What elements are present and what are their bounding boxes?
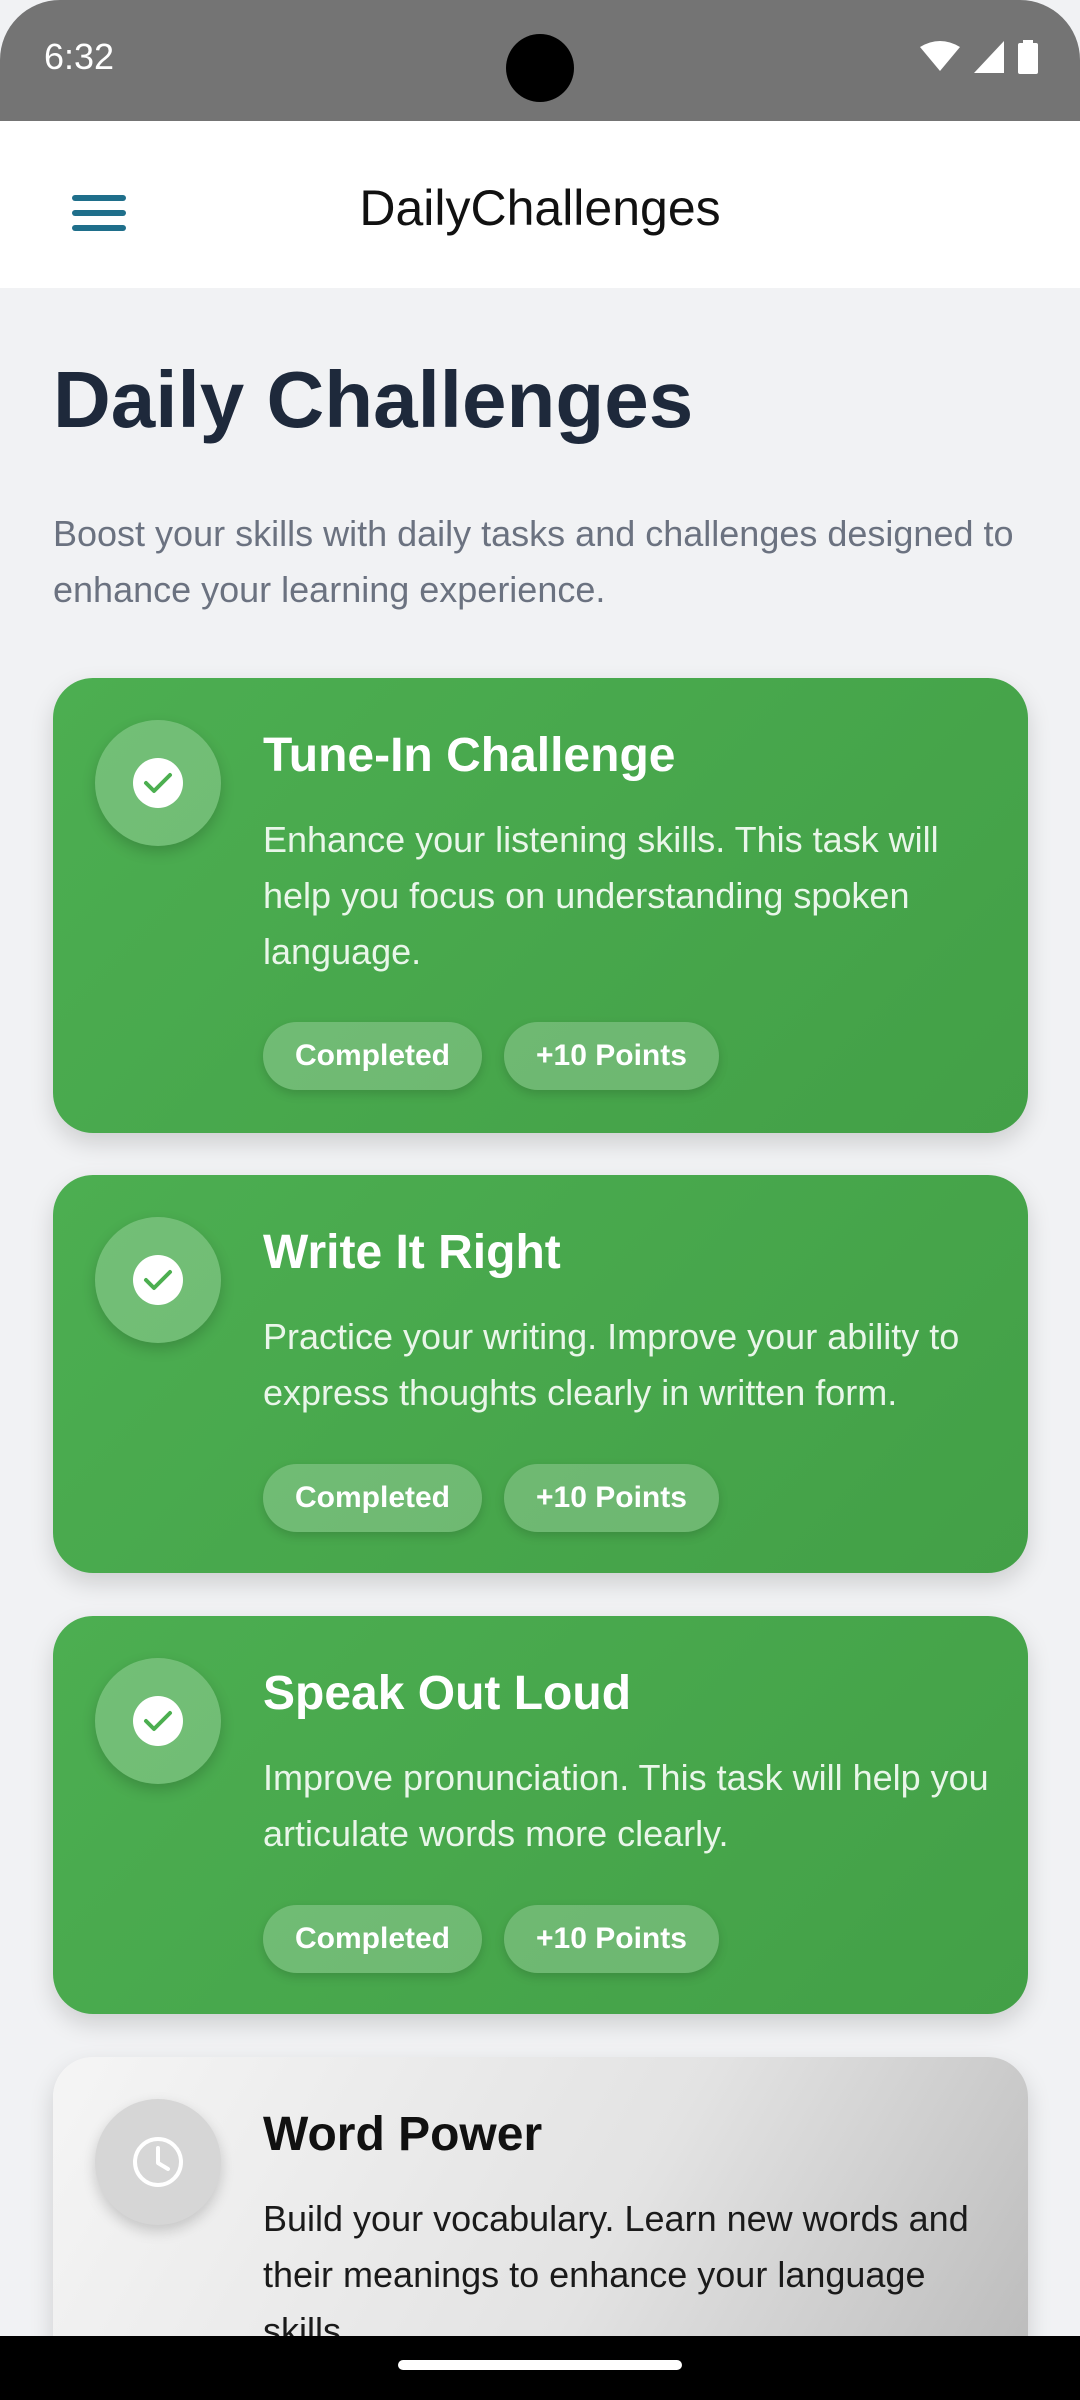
home-gesture-handle[interactable] (398, 2360, 682, 2370)
status-bar: 6:32 (0, 0, 1080, 121)
points-badge: +10 Points (504, 1464, 719, 1532)
challenge-description: Improve pronunciation. This task will he… (263, 1757, 989, 1854)
signal-icon (974, 41, 1004, 73)
challenge-title: Tune-In Challenge (263, 729, 676, 782)
challenge-card[interactable]: Speak Out Loud Improve pronunciation. Th… (53, 1616, 1028, 2014)
challenge-card[interactable]: Tune-In Challenge Enhance your listening… (53, 678, 1028, 1133)
badge-row: Completed +10 Points (263, 1905, 719, 1973)
status-badge: Completed (263, 1905, 483, 1973)
page-description: Boost your skills with daily tasks and c… (53, 513, 1014, 610)
clock-icon (133, 2137, 183, 2187)
status-icon-circle (95, 1217, 221, 1343)
status-icon-circle (95, 720, 221, 846)
challenge-card[interactable]: Write It Right Practice your writing. Im… (53, 1175, 1028, 1573)
badge-row: Completed +10 Points (263, 1022, 719, 1090)
status-icons (920, 40, 1038, 74)
points-badge: +10 Points (504, 1905, 719, 1973)
challenge-title: Write It Right (263, 1226, 561, 1279)
challenge-title: Speak Out Loud (263, 1667, 632, 1720)
status-icon-circle (95, 1658, 221, 1784)
challenge-description: Practice your writing. Improve your abil… (263, 1316, 960, 1413)
challenge-title: Word Power (263, 2108, 543, 2161)
points-badge: +10 Points (504, 1022, 719, 1090)
challenge-description: Build your vocabulary. Learn new words a… (263, 2198, 969, 2351)
wifi-icon (920, 41, 960, 71)
screen: 6:32 DailyChallenges Daily Challenges Bo… (0, 0, 1080, 2400)
app-title: DailyChallenges (359, 180, 721, 236)
check-icon (133, 758, 183, 808)
app-bar: DailyChallenges (0, 121, 1080, 288)
status-badge: Completed (263, 1022, 483, 1090)
page-title: Daily Challenges (53, 355, 694, 444)
check-icon (133, 1696, 183, 1746)
camera-cutout (506, 34, 574, 102)
status-badge: Completed (263, 1464, 483, 1532)
challenge-description: Enhance your listening skills. This task… (263, 819, 939, 972)
check-icon (133, 1255, 183, 1305)
battery-icon (1018, 40, 1038, 74)
status-icon-circle (95, 2099, 221, 2225)
status-time: 6:32 (44, 36, 115, 77)
badge-row: Completed +10 Points (263, 1464, 719, 1532)
navigation-bar (0, 2336, 1080, 2400)
